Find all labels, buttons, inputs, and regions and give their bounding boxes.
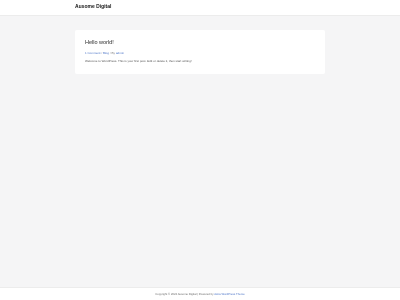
post-meta: 1 Comment / Blog / By admin: [85, 51, 124, 55]
copyright-text: Copyright © 2024 Ausome Digital | Powere…: [155, 292, 215, 296]
comments-link[interactable]: 1 Comment: [85, 51, 101, 55]
post-title[interactable]: Hello world!: [85, 40, 114, 46]
author-link[interactable]: admin: [116, 51, 124, 55]
page: Ausome Digital Hello world! 1 Comment / …: [0, 0, 400, 300]
post-card: Hello world! 1 Comment / Blog / By admin…: [75, 30, 325, 74]
post-excerpt: Welcome to WordPress. This is your first…: [85, 58, 192, 63]
category-link[interactable]: Blog: [103, 51, 110, 55]
site-header: Ausome Digital: [0, 0, 400, 16]
site-title-link[interactable]: Ausome Digital: [75, 4, 111, 10]
theme-link[interactable]: Astra WordPress Theme: [214, 292, 245, 296]
site-footer: Copyright © 2024 Ausome Digital | Powere…: [0, 287, 400, 300]
footer-copyright: Copyright © 2024 Ausome Digital | Powere…: [0, 292, 400, 296]
